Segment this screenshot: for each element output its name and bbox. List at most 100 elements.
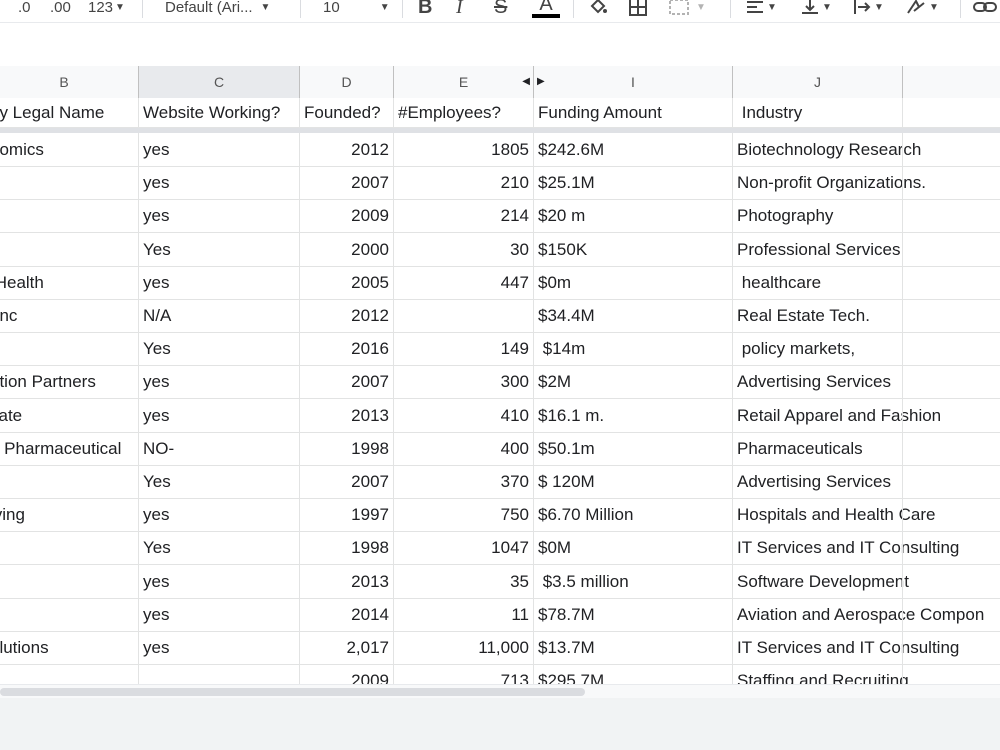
cell[interactable]: Staffing and Recruiting [733,665,909,684]
cell[interactable]: 2009 [300,200,394,233]
cell[interactable] [903,400,1000,432]
decrease-decimal-button[interactable]: .0 [18,0,31,20]
cell[interactable] [903,234,1000,266]
cell[interactable]: 149 [394,333,534,366]
cell[interactable]: 1997 [300,499,394,532]
merge-cells-button[interactable]: ▼ [668,0,706,20]
cell[interactable]: n Pharmaceutical [0,433,139,465]
cell[interactable]: 2014 [300,598,394,631]
cell[interactable]: 400 [394,432,534,465]
strikethrough-button[interactable]: S [494,0,507,20]
cell[interactable]: Non-profit Organizations. [733,167,926,199]
cell[interactable]: IT Services and IT Consulting [733,632,959,664]
cell[interactable] [0,532,139,564]
cell[interactable]: Hospitals and Health Care [733,499,935,531]
horizontal-scrollbar[interactable] [0,684,1000,699]
cell[interactable]: Photography [733,200,903,232]
cell[interactable]: Real Estate Tech. [733,300,903,332]
text-color-button[interactable]: A [531,0,561,20]
cell[interactable]: Inc [0,300,139,332]
cell[interactable] [903,599,1000,631]
column-header-j[interactable]: J [733,66,903,98]
cell[interactable]: yes [139,200,300,233]
cell[interactable]: t [0,234,139,266]
cell[interactable]: 370 [394,466,534,498]
cell[interactable]: $13.7M [534,632,733,664]
cell[interactable]: 447 [394,266,534,299]
cell[interactable]: Yes [139,333,300,366]
cell[interactable]: yes [139,499,300,532]
cell[interactable]: 2007 [300,366,394,399]
cell[interactable]: 2013 [300,565,394,598]
cell[interactable]: 2,017 [300,632,394,664]
cell[interactable]: iving [0,499,139,531]
cell[interactable]: 214 [394,200,534,233]
insert-link-button[interactable] [972,0,998,20]
cell[interactable]: $50.1m [534,432,733,465]
cell[interactable]: ny Legal Name [0,98,139,127]
cell[interactable]: $242.6M [534,134,733,166]
cell[interactable]: yes [139,366,300,399]
scrollbar-thumb[interactable] [0,688,585,696]
cell[interactable]: Website Working? [139,98,300,127]
cell[interactable]: $150K [534,233,733,266]
cell[interactable] [903,632,1000,664]
cell[interactable]: 30 [394,233,534,266]
cell[interactable]: olutions [0,632,139,664]
cell[interactable]: Yes [139,466,300,498]
cell[interactable]: 2013 [300,399,394,432]
column-header-k[interactable] [903,66,1000,98]
horizontal-align-button[interactable]: ▼ [745,0,777,20]
cell[interactable]: Software Development [733,566,909,598]
cell[interactable]: $14m [534,333,733,366]
hidden-columns-left-arrow-icon[interactable]: ◀ [522,66,530,98]
cell[interactable]: $20 m [534,200,733,233]
cell[interactable]: N/A [139,300,300,332]
cell[interactable] [0,566,139,598]
cell[interactable]: Advertising Services [733,466,903,498]
cell[interactable] [903,200,1000,232]
cell[interactable]: 11 [394,598,534,631]
cell[interactable]: 2000 [300,233,394,266]
cell[interactable]: Yes [139,233,300,266]
cell[interactable] [903,499,1000,531]
cell[interactable]: Funding Amount [534,98,733,127]
cell[interactable]: $ 120M [534,466,733,498]
cell[interactable] [903,566,1000,598]
cell[interactable]: 300 [394,366,534,399]
cell[interactable]: 1047 [394,532,534,565]
cell[interactable]: policy markets, [733,333,903,365]
cell[interactable]: Professional Services [733,234,903,266]
cell[interactable]: 713 [394,665,534,684]
cell[interactable]: 2005 [300,266,394,299]
cell[interactable]: yes [139,565,300,598]
cell[interactable]: 11,000 [394,632,534,664]
cell[interactable]: $34.4M [534,300,733,332]
cell[interactable] [0,466,139,498]
font-size-select[interactable]: 10 ▼ [323,0,391,20]
cell[interactable]: 2009 [300,665,394,684]
cell[interactable]: $78.7M [534,598,733,631]
column-header-e[interactable]: E ◀ [394,66,534,98]
formula-bar[interactable] [0,22,1000,67]
cell[interactable]: 1998 [300,532,394,565]
increase-decimal-button[interactable]: .00 [50,0,71,20]
cell[interactable]: Founded? [300,98,394,127]
cell[interactable] [0,333,139,365]
cell[interactable]: Aviation and Aerospace Compon [733,599,984,631]
cell[interactable] [903,532,1000,564]
cell[interactable]: 35 [394,565,534,598]
cell[interactable]: 410 [394,399,534,432]
cell[interactable] [903,134,1000,166]
text-rotation-button[interactable]: ▼ [905,0,939,20]
hidden-columns-right-arrow-icon[interactable]: ▶ [537,66,545,98]
cell[interactable]: Industry [733,98,903,127]
cell[interactable]: $6.70 Million [534,499,733,532]
cell[interactable]: #Employees? [394,98,534,127]
cell[interactable]: $16.1 m. [534,399,733,432]
cell[interactable] [903,267,1000,299]
cell[interactable] [139,665,300,684]
cell[interactable]: Tate [0,400,139,432]
cell[interactable]: $0m [534,266,733,299]
cell[interactable] [0,665,139,684]
